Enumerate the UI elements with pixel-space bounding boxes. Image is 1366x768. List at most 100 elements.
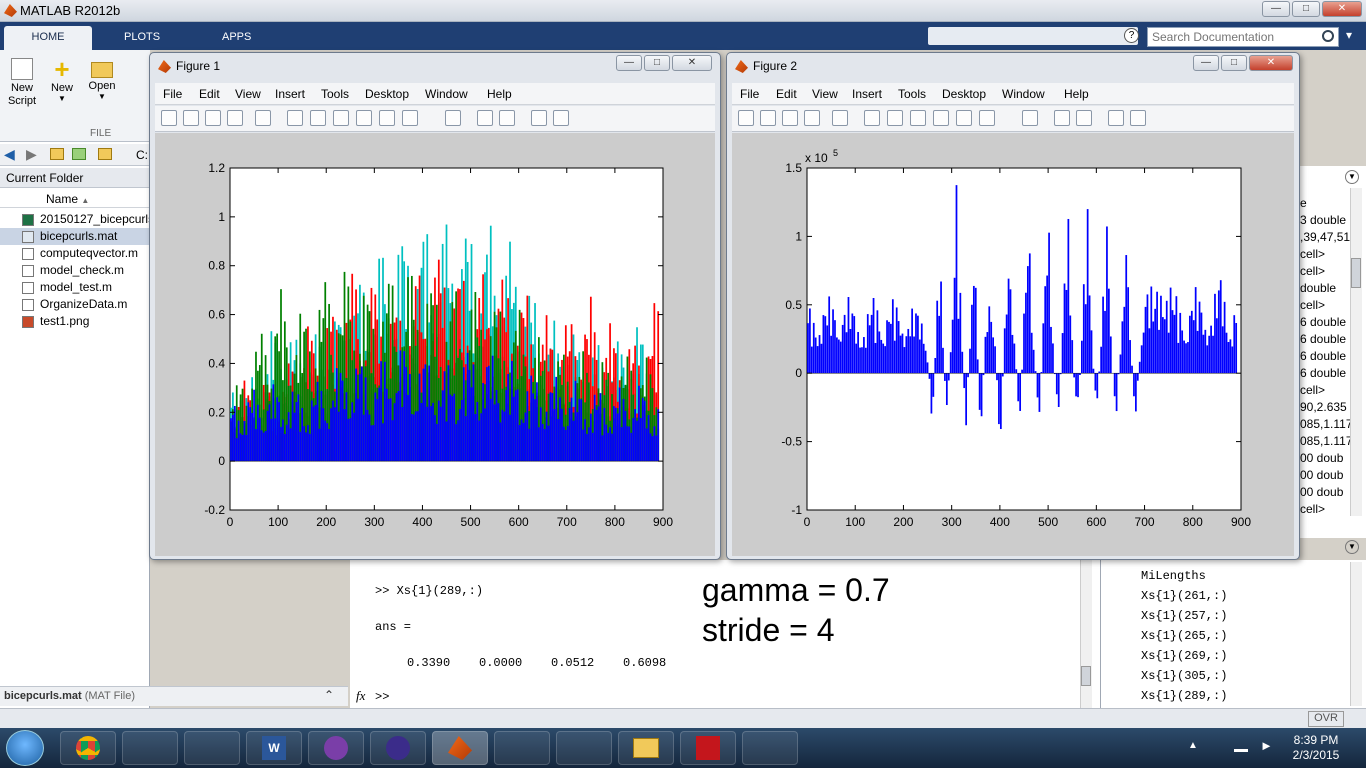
command-scrollbar-thumb[interactable]: [1081, 666, 1091, 686]
eclipse-icon[interactable]: [370, 731, 426, 765]
history-entry[interactable]: Xs{1}(269,:): [1141, 649, 1227, 663]
app-icon[interactable]: [494, 731, 550, 765]
menu-view[interactable]: View: [812, 87, 838, 101]
minimize-button[interactable]: —: [1262, 1, 1290, 17]
figure-canvas[interactable]: 0 100 200 300 400 500 600 700 800 900 -1 -0.5 0 0.5 1 1…: [732, 133, 1294, 556]
maximize-button[interactable]: □: [1292, 1, 1320, 17]
volume-icon[interactable]: ►: [1260, 738, 1273, 753]
start-button[interactable]: [6, 730, 44, 766]
expand-arrow-icon[interactable]: ▾: [1346, 28, 1362, 46]
save-icon[interactable]: [782, 110, 798, 126]
menu-file[interactable]: File: [740, 87, 759, 101]
plot-axes[interactable]: 0 100 200 300 400 500 600 700 800 900-0.200.20.40…: [155, 133, 715, 556]
app-icon[interactable]: [742, 731, 798, 765]
zoom-out-icon[interactable]: [310, 110, 326, 126]
command-history-panel[interactable]: [1100, 560, 1366, 708]
menu-window[interactable]: Window: [1002, 87, 1045, 101]
colorbar-icon[interactable]: [477, 110, 493, 126]
file-list-item[interactable]: computeqvector.m: [22, 245, 150, 262]
app-icon[interactable]: [308, 731, 364, 765]
address-bar[interactable]: ◀ ▶ C:: [0, 144, 150, 166]
maximize-button[interactable]: □: [644, 55, 670, 71]
history-collapse-icon[interactable]: ▼: [1345, 540, 1359, 554]
show-plot-tools-icon[interactable]: [1130, 110, 1146, 126]
pointer-icon[interactable]: [832, 110, 848, 126]
save-icon[interactable]: [205, 110, 221, 126]
tab-apps[interactable]: APPS: [206, 26, 267, 50]
history-entry[interactable]: Xs{1}(289,:): [1141, 689, 1227, 703]
file-list-item[interactable]: OrganizeData.m: [22, 296, 150, 313]
close-button[interactable]: ✕: [672, 55, 712, 71]
file-list-item[interactable]: model_test.m: [22, 279, 150, 296]
print-icon[interactable]: [804, 110, 820, 126]
link-icon[interactable]: [445, 110, 461, 126]
file-list-item[interactable]: 20150127_bicepcurls: [22, 211, 150, 228]
history-entry[interactable]: Xs{1}(257,:): [1141, 609, 1227, 623]
rotate-icon[interactable]: [356, 110, 372, 126]
app-icon[interactable]: [556, 731, 612, 765]
network-icon[interactable]: [1234, 740, 1248, 752]
menu-edit[interactable]: Edit: [776, 87, 797, 101]
fx-icon[interactable]: fx: [356, 688, 365, 704]
legend-icon[interactable]: [499, 110, 515, 126]
menu-help[interactable]: Help: [1064, 87, 1089, 101]
menu-insert[interactable]: Insert: [275, 87, 305, 101]
pointer-icon[interactable]: [255, 110, 271, 126]
menu-insert[interactable]: Insert: [852, 87, 882, 101]
open-button[interactable]: Open ▼: [80, 58, 124, 101]
history-entry[interactable]: Xs{1}(305,:): [1141, 669, 1227, 683]
hide-plot-tools-icon[interactable]: [531, 110, 547, 126]
history-scrollbar[interactable]: [1350, 562, 1362, 706]
plot-axes[interactable]: 0 100 200 300 400 500 600 700 800 900 -1 -0.5 0 0.5 1 1…: [732, 133, 1294, 556]
menu-file[interactable]: File: [163, 87, 182, 101]
workspace-scrollbar-thumb[interactable]: [1351, 258, 1361, 288]
close-button[interactable]: ✕: [1322, 1, 1362, 17]
menu-desktop[interactable]: Desktop: [942, 87, 986, 101]
brush-icon[interactable]: [402, 110, 418, 126]
minimize-button[interactable]: —: [1193, 55, 1219, 71]
forward-arrow-icon[interactable]: ▶: [26, 146, 37, 163]
history-entry[interactable]: MiLengths: [1141, 569, 1206, 583]
print-icon[interactable]: [227, 110, 243, 126]
system-clock[interactable]: 8:39 PM 2/3/2015: [1288, 733, 1344, 763]
hide-plot-tools-icon[interactable]: [1108, 110, 1124, 126]
new-figure-icon[interactable]: [738, 110, 754, 126]
show-plot-tools-icon[interactable]: [553, 110, 569, 126]
file-list-item[interactable]: test1.png: [22, 313, 150, 330]
address-path[interactable]: C:: [136, 148, 148, 162]
file-list-item[interactable]: model_check.m: [22, 262, 150, 279]
legend-icon[interactable]: [1076, 110, 1092, 126]
details-bar[interactable]: bicepcurls.mat (MAT File) ⌃: [0, 686, 348, 706]
menu-window[interactable]: Window: [425, 87, 468, 101]
menu-help[interactable]: Help: [487, 87, 512, 101]
new-button[interactable]: + New ▼: [40, 56, 84, 103]
zoom-in-icon[interactable]: [287, 110, 303, 126]
app-icon[interactable]: [184, 731, 240, 765]
data-cursor-icon[interactable]: [379, 110, 395, 126]
new-figure-icon[interactable]: [161, 110, 177, 126]
word-icon[interactable]: W: [246, 731, 302, 765]
data-cursor-icon[interactable]: [956, 110, 972, 126]
figure-canvas[interactable]: 0 100 200 300 400 500 600 700 800 900 -0.2 0 0.2 0.4 0…: [155, 133, 715, 556]
pan-icon[interactable]: [333, 110, 349, 126]
collapse-chevron-icon[interactable]: ⌃: [324, 688, 334, 702]
menu-edit[interactable]: Edit: [199, 87, 220, 101]
open-file-icon[interactable]: [760, 110, 776, 126]
history-entry[interactable]: Xs{1}(261,:): [1141, 589, 1227, 603]
back-arrow-icon[interactable]: ◀: [4, 146, 15, 163]
new-script-button[interactable]: New Script: [0, 58, 44, 108]
search-icon[interactable]: [1322, 30, 1334, 42]
close-button[interactable]: ✕: [1249, 55, 1293, 71]
file-list-item[interactable]: bicepcurls.mat: [0, 228, 150, 245]
menu-tools[interactable]: Tools: [321, 87, 349, 101]
minimize-button[interactable]: —: [616, 55, 642, 71]
history-entry[interactable]: Xs{1}(265,:): [1141, 629, 1227, 643]
search-documentation-input[interactable]: [1147, 27, 1339, 47]
file-explorer-icon[interactable]: [618, 731, 674, 765]
link-icon[interactable]: [1022, 110, 1038, 126]
pan-icon[interactable]: [910, 110, 926, 126]
name-column-header[interactable]: Name ▲: [0, 190, 150, 208]
show-hidden-icons[interactable]: ▲: [1188, 740, 1198, 751]
browse-folder-icon[interactable]: [72, 148, 86, 160]
help-icon[interactable]: ?: [1124, 28, 1139, 43]
